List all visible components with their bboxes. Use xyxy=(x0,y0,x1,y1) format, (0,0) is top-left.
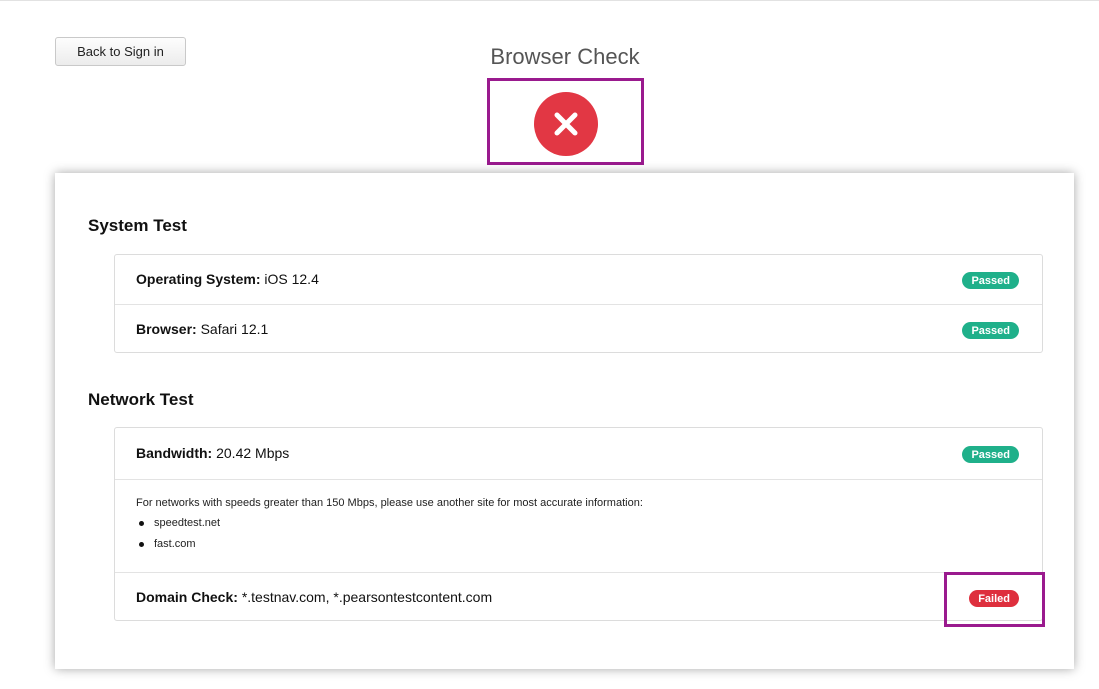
system-test-heading: System Test xyxy=(88,216,187,235)
bandwidth-status-badge: Passed xyxy=(962,446,1019,463)
domain-check-value: *.testnav.com, *.pearsontestcontent.com xyxy=(241,589,493,605)
bandwidth-value: 20.42 Mbps xyxy=(216,445,290,461)
bandwidth-key: Bandwidth: xyxy=(136,445,213,461)
domain-check-row: Domain Check: *.testnav.com, *.pearsonte… xyxy=(115,572,1042,621)
page-title: Browser Check xyxy=(490,44,640,69)
network-test-panel: Bandwidth: 20.42 Mbps Passed For network… xyxy=(114,427,1043,621)
top-divider xyxy=(0,0,1099,1)
os-row: Operating System: iOS 12.4 Passed xyxy=(115,255,1042,304)
fast-com-link[interactable]: fast.com xyxy=(136,534,643,555)
speed-note: For networks with speeds greater than 15… xyxy=(136,497,643,555)
domain-check-label: Domain Check: *.testnav.com, *.pearsonte… xyxy=(136,589,492,605)
browser-row: Browser: Safari 12.1 Passed xyxy=(115,304,1042,353)
os-status-badge: Passed xyxy=(962,272,1019,289)
browser-key: Browser: xyxy=(136,321,197,337)
speed-test-links: speedtest.net fast.com xyxy=(136,513,643,555)
browser-status-badge: Passed xyxy=(962,322,1019,339)
network-test-heading: Network Test xyxy=(88,390,194,409)
failed-badge-highlight xyxy=(944,572,1045,627)
browser-label: Browser: Safari 12.1 xyxy=(136,321,268,337)
os-key: Operating System: xyxy=(136,271,261,287)
os-label: Operating System: iOS 12.4 xyxy=(136,271,319,287)
os-value: iOS 12.4 xyxy=(264,271,319,287)
bandwidth-row: Bandwidth: 20.42 Mbps Passed xyxy=(115,428,1042,479)
speedtest-link[interactable]: speedtest.net xyxy=(136,513,643,534)
x-icon xyxy=(534,92,598,156)
domain-check-key: Domain Check: xyxy=(136,589,238,605)
speed-note-text: For networks with speeds greater than 15… xyxy=(136,497,643,509)
browser-value: Safari 12.1 xyxy=(200,321,269,337)
bandwidth-label: Bandwidth: 20.42 Mbps xyxy=(136,445,289,461)
system-test-panel: Operating System: iOS 12.4 Passed Browse… xyxy=(114,254,1043,353)
speed-note-row: For networks with speeds greater than 15… xyxy=(115,479,1042,572)
